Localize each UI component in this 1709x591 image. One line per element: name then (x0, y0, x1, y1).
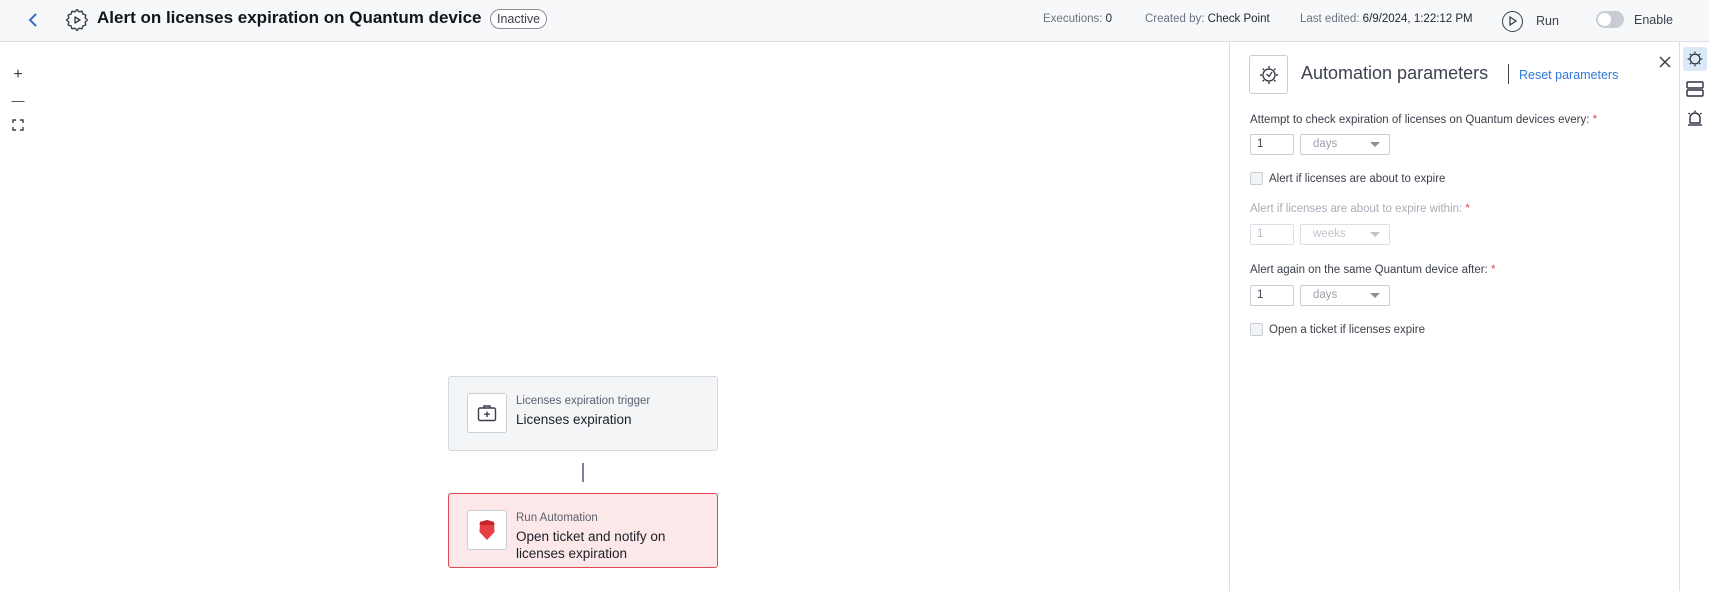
alert-again-label: Alert again on the same Quantum device a… (1250, 264, 1496, 276)
open-ticket-row[interactable]: Open a ticket if licenses expire (1250, 323, 1425, 336)
flow-connector (582, 463, 584, 482)
fit-screen-button[interactable] (6, 114, 30, 136)
chevron-left-icon (28, 13, 37, 27)
alert-about-to-expire-row[interactable]: Alert if licenses are about to expire (1250, 172, 1445, 185)
rail-automation-parameters[interactable] (1683, 47, 1707, 71)
trigger-subtitle: Licenses expiration trigger (516, 395, 651, 407)
close-panel-button[interactable] (1656, 53, 1674, 71)
page-title: Alert on licenses expiration on Quantum … (97, 8, 482, 27)
last-edited-value: 6/9/2024, 1:22:12 PM (1362, 13, 1473, 25)
action-title: Open ticket and notify on licenses expir… (516, 529, 666, 561)
trigger-node-icon-box (467, 393, 507, 433)
created-by-value: Check Point (1207, 13, 1270, 25)
action-subtitle: Run Automation (516, 512, 598, 524)
enable-label: Enable (1634, 12, 1673, 27)
check-every-label-text: Attempt to check expiration of licenses … (1250, 114, 1590, 126)
zoom-out-button[interactable]: — (6, 89, 30, 111)
last-edited-label: Last edited: (1300, 13, 1360, 25)
alert-again-unit-select[interactable]: days (1300, 285, 1390, 306)
enable-toggle[interactable]: Enable (1596, 11, 1673, 28)
chevron-down-icon (1370, 142, 1380, 147)
right-rail (1679, 42, 1709, 591)
created-by-meta: Created by: Check Point (1145, 13, 1270, 25)
open-ticket-label: Open a ticket if licenses expire (1269, 323, 1425, 336)
panel-title: Automation parameters (1301, 63, 1489, 83)
required-mark: * (1465, 203, 1470, 215)
check-every-label: Attempt to check expiration of licenses … (1250, 114, 1597, 126)
action-node-icon-box (467, 510, 507, 550)
alert-again-unit-value: days (1313, 289, 1338, 301)
layout-rows-icon (1686, 81, 1704, 97)
medical-kit-icon (477, 405, 497, 422)
executions-label: Executions: (1043, 13, 1103, 25)
required-mark: * (1491, 264, 1496, 276)
last-edited-meta: Last edited: 6/9/2024, 1:22:12 PM (1300, 13, 1473, 25)
top-bar: Alert on licenses expiration on Quantum … (0, 0, 1709, 42)
title-separator (1508, 64, 1509, 84)
automation-settings-icon (65, 8, 89, 32)
status-badge: Inactive (490, 9, 548, 29)
rail-alerts[interactable] (1683, 106, 1707, 130)
alert-again-input[interactable]: 1 (1250, 285, 1294, 306)
executions-value: 0 (1105, 13, 1113, 25)
play-icon (1502, 10, 1523, 32)
alarm-bell-icon (1688, 110, 1702, 126)
reset-parameters-link[interactable]: Reset parameters (1519, 68, 1618, 82)
run-button[interactable]: Run (1502, 10, 1559, 32)
trigger-node[interactable]: Licenses expiration trigger Licenses exp… (448, 376, 718, 451)
fit-screen-icon (12, 119, 24, 131)
check-every-input[interactable]: 1 (1250, 134, 1294, 155)
run-label: Run (1536, 14, 1559, 28)
check-every-unit-select[interactable]: days (1300, 134, 1390, 155)
trigger-title: Licenses expiration (516, 412, 632, 427)
automation-gear-icon (1259, 65, 1278, 84)
zoom-in-button[interactable]: + (6, 64, 30, 86)
created-by-label: Created by: (1145, 13, 1205, 25)
expire-within-unit-value: weeks (1313, 228, 1346, 240)
rail-layout[interactable] (1683, 77, 1707, 101)
red-shield-icon (479, 520, 495, 540)
open-ticket-checkbox[interactable] (1250, 323, 1263, 336)
close-icon (1659, 56, 1671, 68)
toggle-switch[interactable] (1596, 11, 1624, 28)
expire-within-unit-select[interactable]: weeks (1300, 224, 1390, 245)
chevron-down-icon (1370, 232, 1380, 237)
check-every-unit-value: days (1313, 138, 1338, 150)
panel-icon-box (1249, 55, 1288, 94)
automation-parameters-panel: Automation parameters Reset parameters A… (1229, 42, 1679, 591)
action-node[interactable]: Run Automation Open ticket and notify on… (448, 493, 718, 568)
automation-gear-icon (1687, 51, 1703, 67)
alert-about-to-expire-checkbox[interactable] (1250, 172, 1263, 185)
alert-again-label-text: Alert again on the same Quantum device a… (1250, 264, 1488, 276)
required-mark: * (1592, 114, 1598, 126)
expire-within-label: Alert if licenses are about to expire wi… (1250, 203, 1470, 215)
expire-within-input[interactable]: 1 (1250, 224, 1294, 245)
chevron-down-icon (1370, 293, 1380, 298)
alert-about-to-expire-label: Alert if licenses are about to expire (1269, 172, 1446, 185)
expire-within-label-text: Alert if licenses are about to expire wi… (1250, 203, 1463, 215)
executions-meta: Executions: 0 (1043, 13, 1112, 25)
back-button[interactable] (22, 9, 44, 31)
